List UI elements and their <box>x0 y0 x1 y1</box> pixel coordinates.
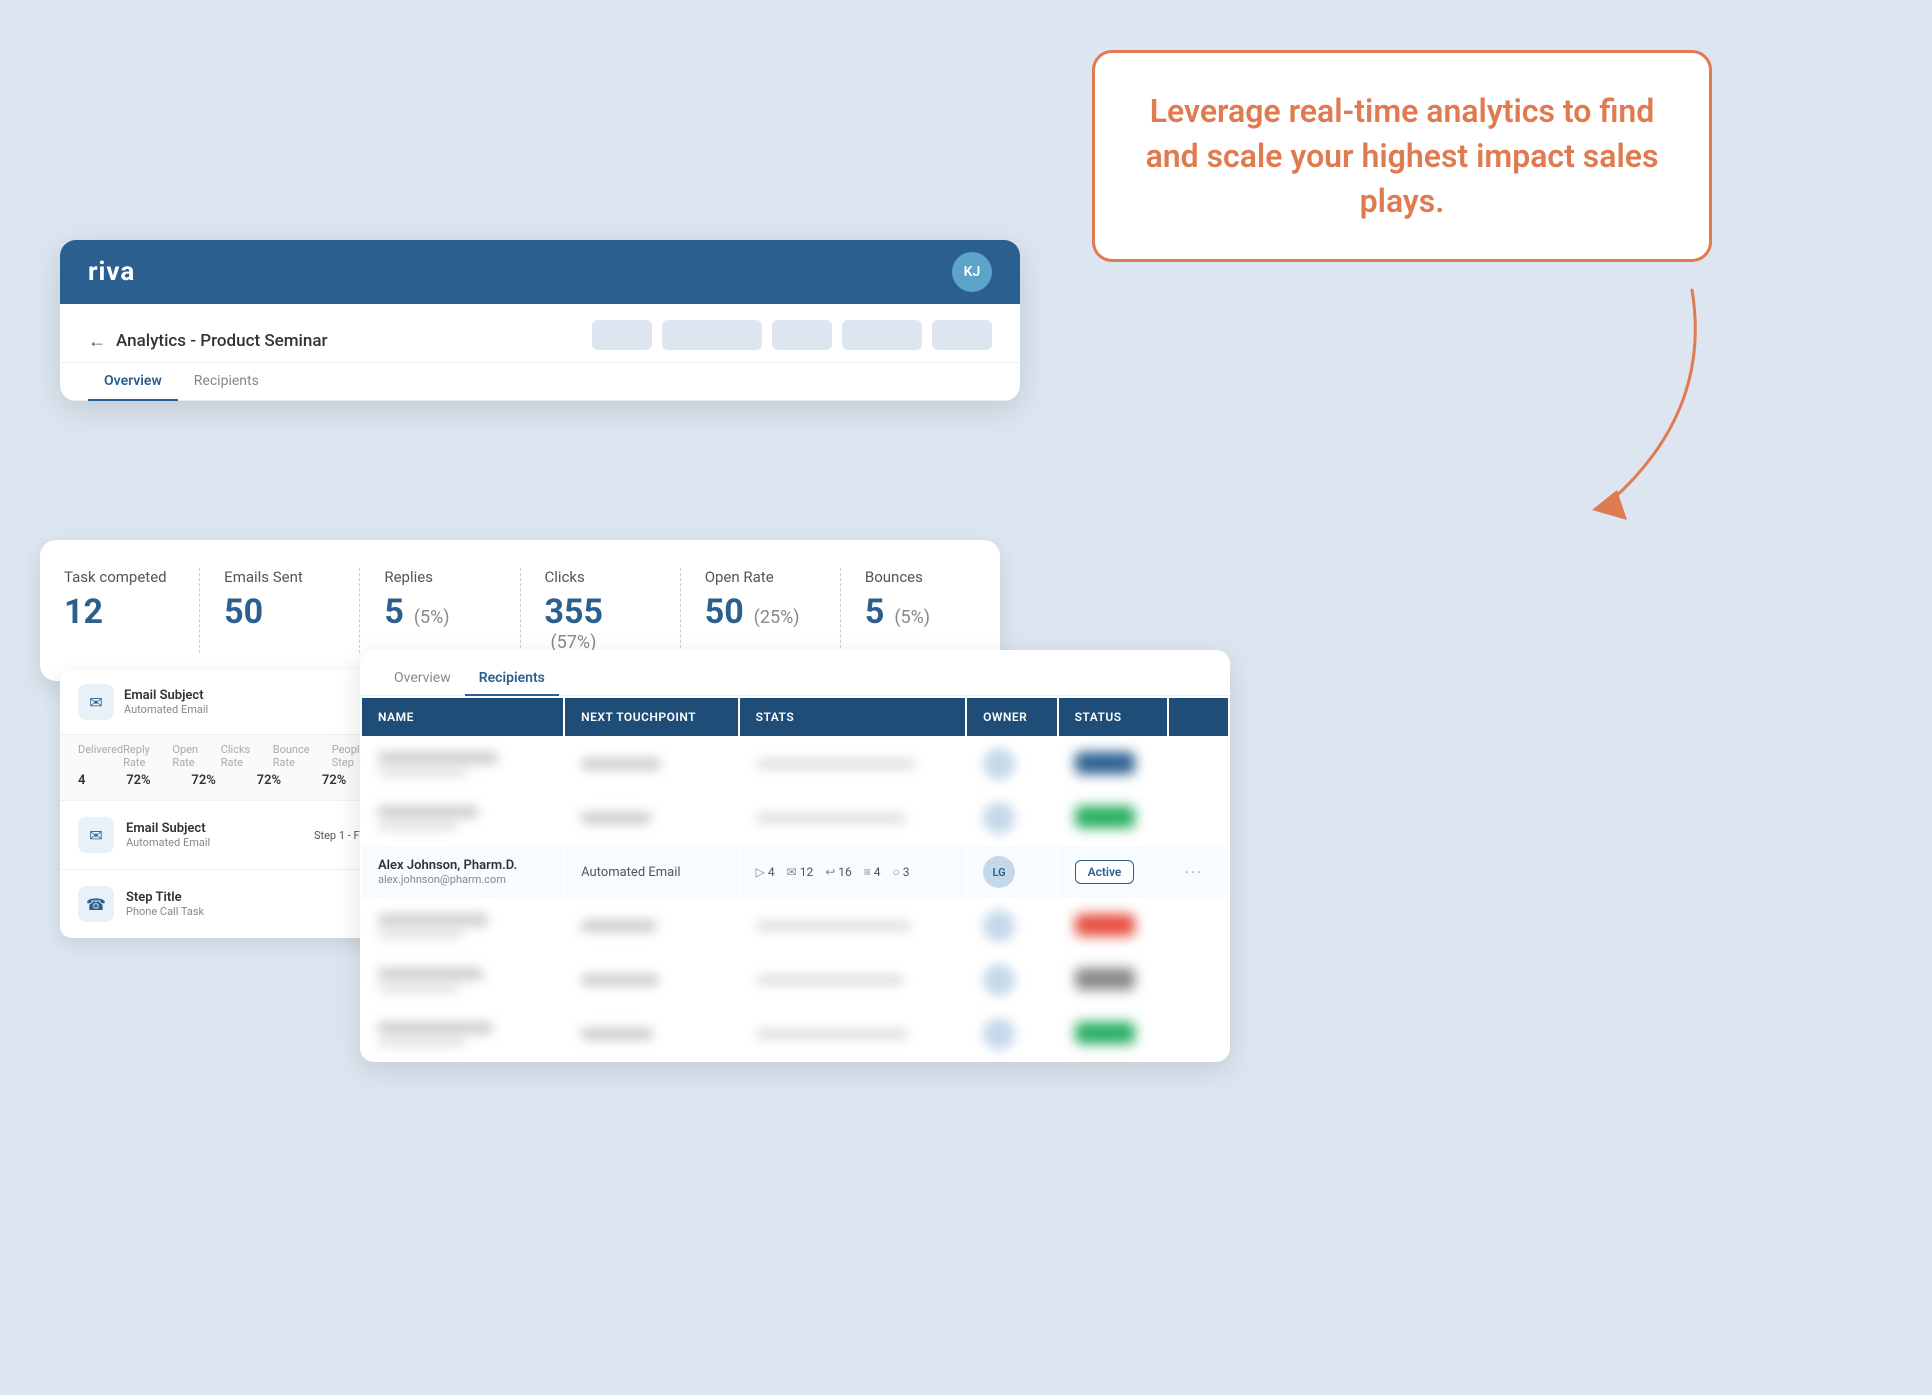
col-stats: STATS <box>740 698 965 736</box>
action-btn-1[interactable] <box>592 320 652 350</box>
tabs-bar: Overview Recipients <box>60 363 1020 401</box>
rec-tab-overview[interactable]: Overview <box>380 662 465 696</box>
col-status: STATUS <box>1059 698 1167 736</box>
stat-replies: Replies 5 (5%) <box>360 568 520 653</box>
stat-emails-sent: Emails Sent 50 <box>200 568 360 653</box>
email-icon-1: ✉ <box>78 684 114 720</box>
table-row-alex-johnson: Alex Johnson, Pharm.D. alex.johnson@phar… <box>362 846 1228 898</box>
phone-icon: ☎ <box>78 886 114 922</box>
table-row-blurred-2 <box>362 792 1228 844</box>
callout-box: Leverage real-time analytics to find and… <box>1092 50 1712 262</box>
table-row-blurred-4 <box>362 954 1228 1006</box>
table-row-blurred-1 <box>362 738 1228 790</box>
rec-tab-recipients[interactable]: Recipients <box>465 662 559 696</box>
tasks-icon: ≡ <box>864 865 871 879</box>
col-name: NAME <box>362 698 563 736</box>
stat-replies: ↩ 16 <box>825 865 852 879</box>
col-actions <box>1169 698 1228 736</box>
breadcrumb-actions <box>592 320 992 362</box>
person-name: Alex Johnson, Pharm.D. <box>378 858 547 873</box>
breadcrumb-area: ← Analytics - Product Seminar <box>60 304 1020 363</box>
col-owner: OWNER <box>967 698 1056 736</box>
recipients-tabs: Overview Recipients <box>360 650 1230 696</box>
recipients-card: Overview Recipients NAME NEXT TOUCHPOINT… <box>360 650 1230 1062</box>
replies-icon: ↩ <box>825 865 835 879</box>
table-row-blurred-3 <box>362 900 1228 952</box>
callout-text: Leverage real-time analytics to find and… <box>1146 92 1659 220</box>
stat-completed: ○ 3 <box>893 865 910 879</box>
action-btn-5[interactable] <box>932 320 992 350</box>
recipients-table: NAME NEXT TOUCHPOINT STATS OWNER STATUS <box>360 696 1230 1062</box>
row-actions-menu[interactable]: ··· <box>1185 863 1204 882</box>
action-btn-3[interactable] <box>772 320 832 350</box>
user-avatar[interactable]: KJ <box>952 252 992 292</box>
stat-tasks: ≡ 4 <box>864 865 881 879</box>
main-app-card: riva KJ ← Analytics - Product Seminar Ov… <box>60 240 1020 401</box>
action-btn-4[interactable] <box>842 320 922 350</box>
owner-avatar: LG <box>983 856 1015 888</box>
stat-views: ▷ 4 <box>756 865 775 879</box>
action-btn-2[interactable] <box>662 320 762 350</box>
mini-stats: ▷ 4 ✉ 12 ↩ 16 ≡ 4 <box>756 865 949 879</box>
stat-bounces: Bounces 5 (5%) <box>841 568 1000 653</box>
navbar: riva KJ <box>60 240 1020 304</box>
table-row-blurred-5 <box>362 1008 1228 1060</box>
completed-icon: ○ <box>893 865 900 879</box>
page-title: Analytics - Product Seminar <box>116 331 328 351</box>
col-touchpoint: NEXT TOUCHPOINT <box>565 698 738 736</box>
email-stat-icon: ✉ <box>787 865 797 879</box>
app-logo: riva <box>88 257 135 287</box>
status-badge-active[interactable]: Active <box>1075 860 1135 884</box>
stat-clicks: Clicks 355 (57%) <box>521 568 681 653</box>
touchpoint-type: Automated Email <box>581 865 680 880</box>
tab-overview[interactable]: Overview <box>88 363 178 401</box>
back-button[interactable]: ← <box>88 331 106 352</box>
arrow-decoration <box>1532 280 1732 540</box>
stat-open-rate: Open Rate 50 (25%) <box>681 568 841 653</box>
step-1-info: Email Subject Automated Email <box>124 688 358 716</box>
person-email: alex.johnson@pharm.com <box>378 873 547 886</box>
views-icon: ▷ <box>756 865 765 879</box>
tab-recipients[interactable]: Recipients <box>178 363 275 401</box>
email-icon-2: ✉ <box>78 817 114 853</box>
stat-task-competed: Task competed 12 <box>40 568 200 653</box>
stat-emails: ✉ 12 <box>787 865 814 879</box>
